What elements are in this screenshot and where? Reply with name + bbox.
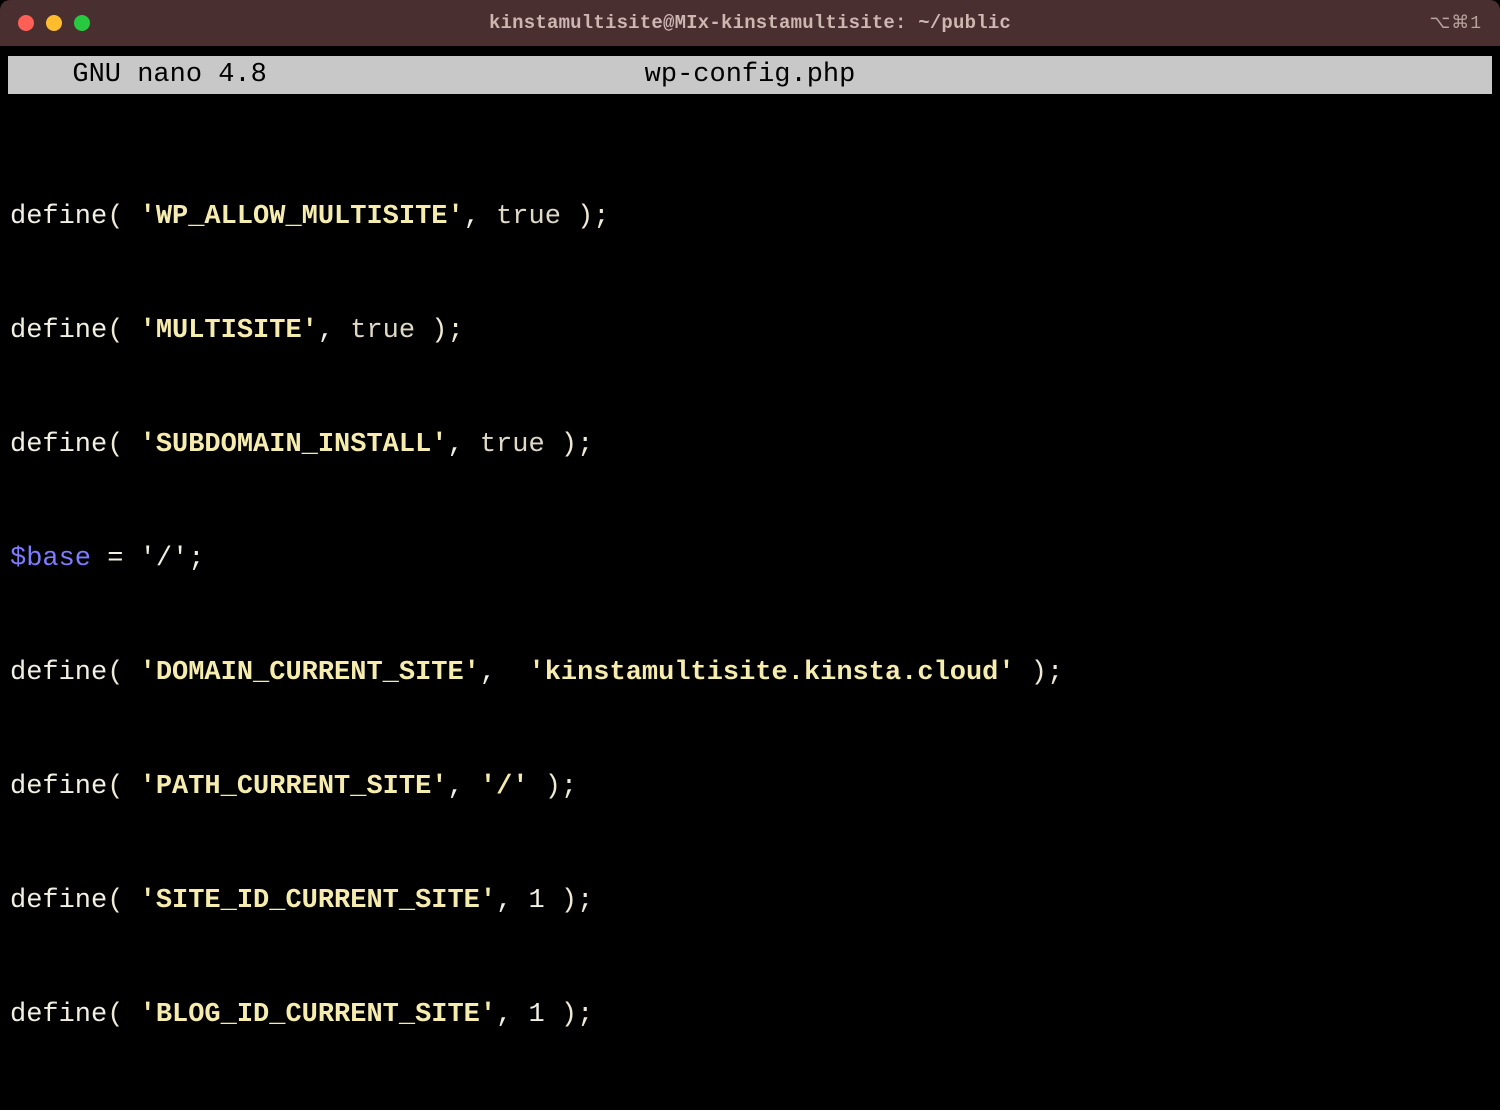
window-title: kinstamultisite@MIx-kinstamultisite: ~/p…: [489, 12, 1011, 34]
titlebar: kinstamultisite@MIx-kinstamultisite: ~/p…: [0, 0, 1500, 46]
maximize-icon[interactable]: [74, 15, 90, 31]
shortcut-hint: ⌥⌘1: [1429, 12, 1482, 34]
code-line-3: define( 'SUBDOMAIN_INSTALL', true );: [10, 426, 1490, 464]
close-icon[interactable]: [18, 15, 34, 31]
minimize-icon[interactable]: [46, 15, 62, 31]
nano-filename: wp-config.php: [645, 60, 856, 90]
code-line-6: define( 'PATH_CURRENT_SITE', '/' );: [10, 768, 1490, 806]
code-line-8: define( 'BLOG_ID_CURRENT_SITE', 1 );: [10, 996, 1490, 1034]
code-line-2: define( 'MULTISITE', true );: [10, 312, 1490, 350]
traffic-lights: [18, 15, 90, 31]
nano-header: GNU nano 4.8 wp-config.php: [8, 56, 1492, 94]
code-line-4: $base = '/';: [10, 540, 1490, 578]
code-line-7: define( 'SITE_ID_CURRENT_SITE', 1 );: [10, 882, 1490, 920]
editor-content[interactable]: define( 'WP_ALLOW_MULTISITE', true ); de…: [0, 94, 1500, 1110]
code-line-1: define( 'WP_ALLOW_MULTISITE', true );: [10, 198, 1490, 236]
nano-version: GNU nano 4.8: [16, 60, 267, 90]
titlebar-gap: [0, 46, 1500, 56]
code-line-5: define( 'DOMAIN_CURRENT_SITE', 'kinstamu…: [10, 654, 1490, 692]
